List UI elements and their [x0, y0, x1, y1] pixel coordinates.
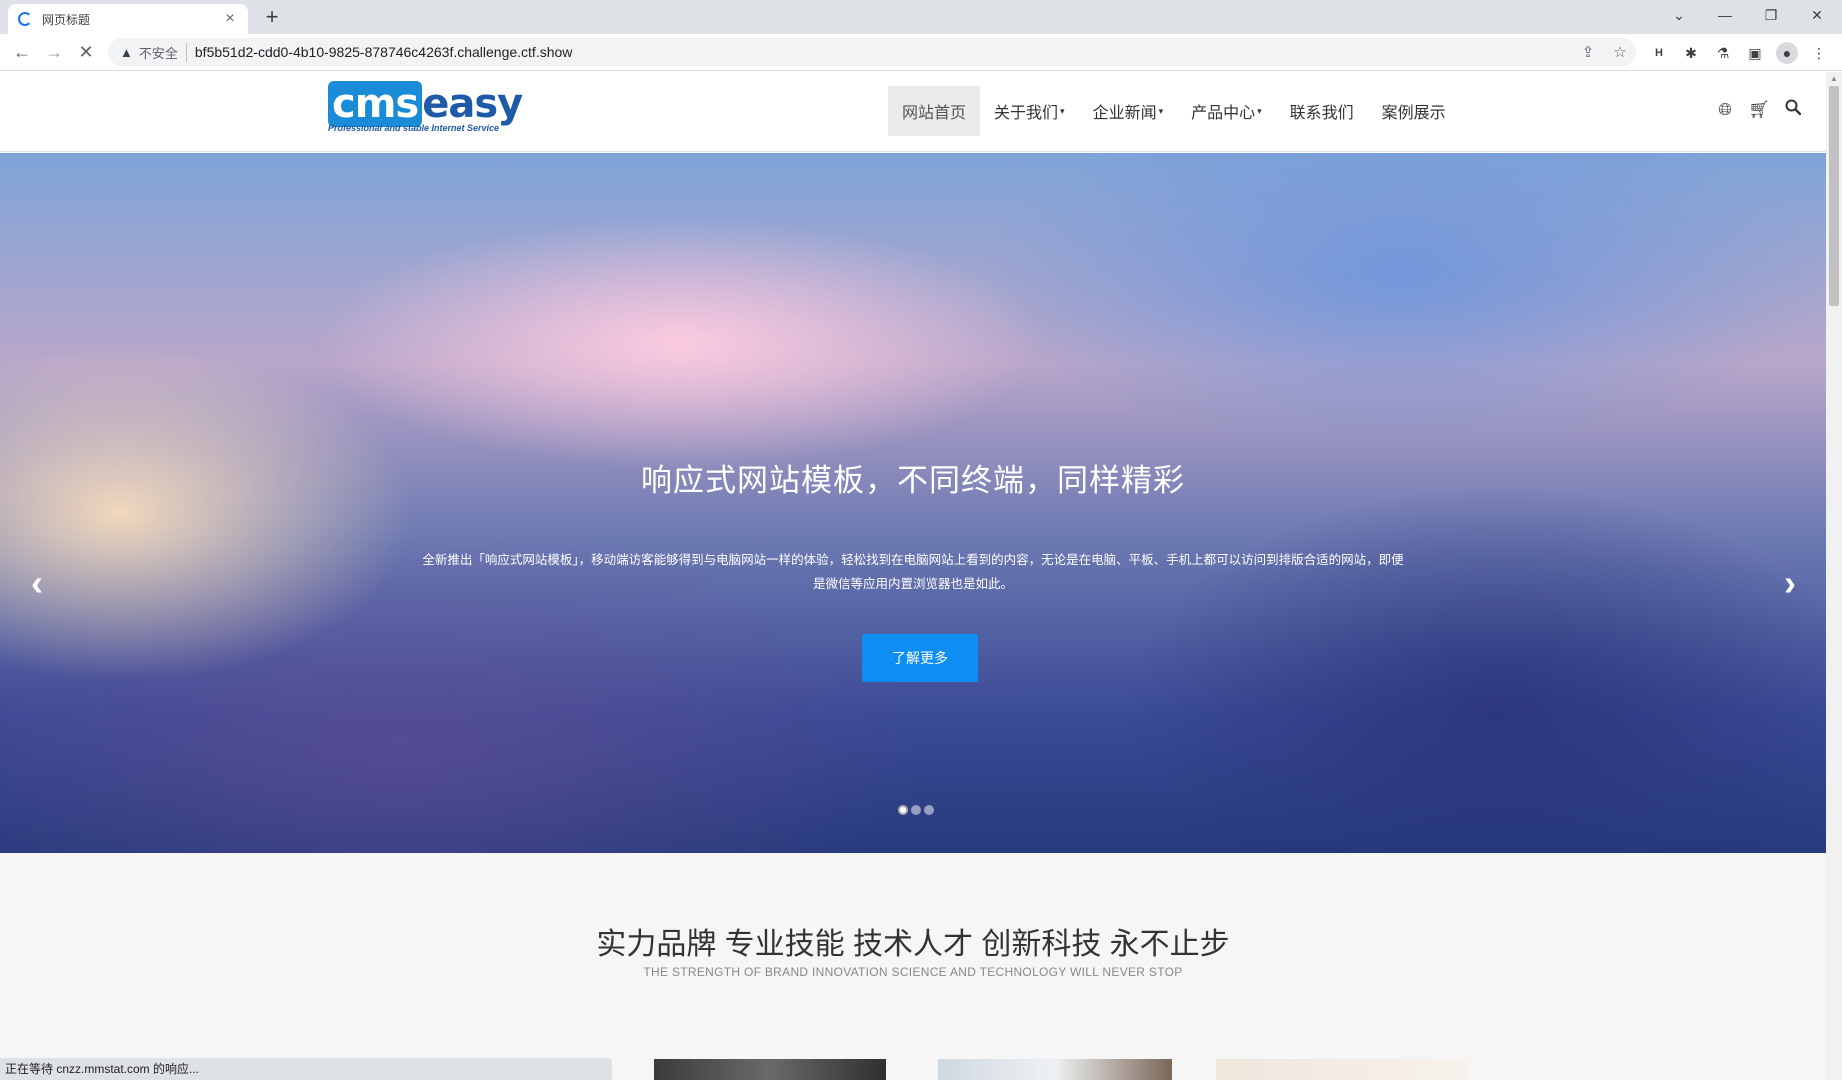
- nav-item-label: 联系我们: [1289, 105, 1354, 122]
- globe-icon[interactable]: 🌐︎: [1713, 98, 1737, 122]
- page-scrollbar[interactable]: ▲: [1826, 72, 1842, 1080]
- new-tab-button[interactable]: +: [258, 4, 286, 32]
- search-icon-glyph: [1785, 99, 1802, 116]
- nav-item-label: 产品中心: [1191, 105, 1256, 122]
- nav-item-label: 网站首页: [902, 105, 967, 122]
- address-bar[interactable]: ▲ 不安全 bf5b51d2-cdd0-4b10-9825-878746c426…: [108, 38, 1636, 66]
- brand-subtitle: THE STRENGTH OF BRAND INNOVATION SCIENCE…: [643, 965, 1183, 979]
- minimize-icon[interactable]: —: [1702, 0, 1748, 30]
- warning-icon[interactable]: ▲: [120, 45, 133, 60]
- dropdown-caret-icon: ▾: [1060, 105, 1065, 116]
- site-header: cms easy Professional and stable Internet…: [0, 72, 1826, 152]
- carousel-dot[interactable]: [898, 805, 908, 815]
- share-icon[interactable]: ⇪: [1572, 43, 1604, 61]
- dropdown-caret-icon: ▾: [1158, 105, 1164, 116]
- brand-title: 实力品牌 专业技能 技术人才 创新科技 永不止步: [596, 928, 1230, 961]
- hero-description: 全新推出「响应式网站模板」，移动端访客能够得到与电脑网站一样的体验，轻松找到在电…: [422, 553, 1404, 591]
- hero-title: 响应式网站模板，不同终端，同样精彩: [641, 463, 1185, 498]
- carousel-dot[interactable]: [911, 805, 921, 815]
- main-navigation: 网站首页 关于我们 ▾ 企业新闻 ▾ 产品中心 ▾ 联系我们 案例展示: [888, 86, 1460, 136]
- carousel-indicators: [898, 805, 934, 815]
- tab-search-icon[interactable]: ⌄: [1656, 0, 1702, 30]
- nav-item-contact[interactable]: 联系我们: [1276, 86, 1368, 136]
- extensions-puzzle-icon[interactable]: ✱: [1680, 42, 1702, 64]
- nav-item-news[interactable]: 企业新闻 ▾: [1079, 86, 1178, 136]
- carousel-dot[interactable]: [924, 805, 934, 815]
- forward-icon[interactable]: →: [40, 38, 68, 66]
- logo-wordmark: cms easy: [328, 81, 540, 127]
- browser-menu-icon[interactable]: ⋮: [1808, 42, 1830, 64]
- browser-tab[interactable]: 网页标题 ×: [8, 4, 248, 34]
- nav-item-about[interactable]: 关于我们 ▾: [980, 86, 1079, 136]
- browser-status-bar: 正在等待 cnzz.mmstat.com 的响应...: [0, 1058, 612, 1080]
- carousel-prev-icon[interactable]: ‹: [22, 563, 52, 603]
- window-close-icon[interactable]: ✕: [1794, 0, 1840, 30]
- dropdown-caret-icon: ▾: [1257, 105, 1262, 116]
- restore-icon[interactable]: ❐: [1748, 0, 1794, 30]
- scrollbar-thumb[interactable]: [1829, 86, 1839, 306]
- browser-toolbar: ← → ✕ ▲ 不安全 bf5b51d2-cdd0-4b10-9825-8787…: [0, 34, 1842, 71]
- security-label[interactable]: 不安全: [139, 42, 187, 62]
- scroll-up-icon[interactable]: ▲: [1826, 72, 1842, 86]
- feature-image[interactable]: [1216, 1059, 1468, 1080]
- cart-icon[interactable]: 🛒︎: [1747, 98, 1771, 122]
- browser-tab-bar: 网页标题 × + ⌄ — ❐ ✕: [0, 0, 1842, 34]
- back-icon[interactable]: ←: [8, 38, 36, 66]
- nav-item-label: 案例展示: [1381, 105, 1446, 122]
- nav-item-home[interactable]: 网站首页: [888, 86, 981, 136]
- learn-more-button[interactable]: 了解更多: [862, 634, 978, 682]
- nav-item-label: 企业新闻: [1092, 105, 1157, 122]
- tab-title: 网页标题: [42, 12, 91, 27]
- nav-item-label: 关于我们: [994, 105, 1059, 122]
- tab-close-icon[interactable]: ×: [222, 10, 238, 28]
- feature-image[interactable]: [654, 1059, 886, 1080]
- flask-icon[interactable]: ⚗: [1712, 42, 1734, 64]
- logo-easy-text: easy: [422, 81, 523, 127]
- brand-section: 实力品牌 专业技能 技术人才 创新科技 永不止步 THE STRENGTH OF…: [0, 853, 1826, 1080]
- nav-item-cases[interactable]: 案例展示: [1368, 86, 1460, 136]
- feature-image[interactable]: [938, 1059, 1172, 1080]
- stop-loading-icon[interactable]: ✕: [72, 38, 100, 66]
- site-logo[interactable]: cms easy Professional and stable Internet…: [328, 81, 540, 134]
- profile-avatar-icon[interactable]: ●: [1776, 42, 1798, 64]
- url-text[interactable]: bf5b51d2-cdd0-4b10-9825-878746c4263f.cha…: [195, 44, 1572, 60]
- side-panel-icon[interactable]: ▣: [1744, 42, 1766, 64]
- web-page: cms easy Professional and stable Internet…: [0, 72, 1826, 1080]
- search-icon[interactable]: [1781, 98, 1805, 122]
- hero-carousel: 响应式网站模板，不同终端，同样精彩 全新推出「响应式网站模板」，移动端访客能够得…: [0, 153, 1826, 853]
- loading-spinner-icon: [18, 12, 32, 26]
- nav-item-products[interactable]: 产品中心 ▾: [1177, 86, 1276, 136]
- carousel-next-icon[interactable]: ›: [1775, 563, 1805, 603]
- logo-cms-text: cms: [328, 81, 423, 127]
- extension-h-icon[interactable]: H: [1648, 42, 1670, 64]
- bookmark-star-icon[interactable]: ☆: [1604, 43, 1636, 61]
